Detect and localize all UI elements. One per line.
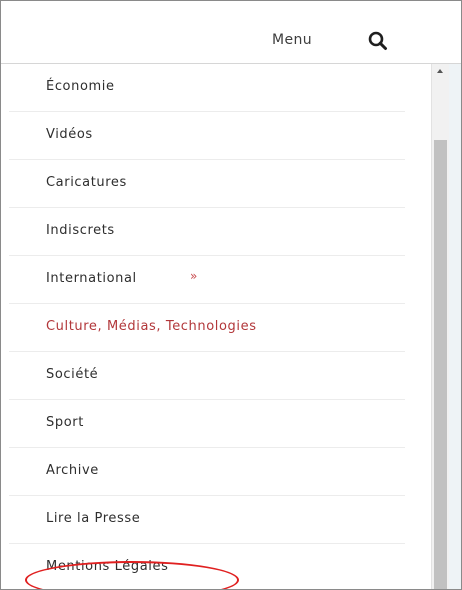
menu-item-caricatures[interactable]: Caricatures — [9, 160, 405, 208]
menu-item-archive[interactable]: Archive — [9, 448, 405, 496]
menu-item-lire-la-presse[interactable]: Lire la Presse — [9, 496, 405, 544]
scroll-up-arrow-icon[interactable] — [432, 64, 449, 78]
menu-button[interactable]: Menu — [272, 32, 312, 48]
menu-item-sport[interactable]: Sport — [9, 400, 405, 448]
search-icon[interactable] — [367, 30, 389, 52]
menu-item-label: Culture, Médias, Technologies — [46, 319, 257, 334]
menu-item-label: Archive — [46, 463, 99, 478]
menu-item-label: Caricatures — [46, 175, 127, 190]
page-background-edge — [449, 64, 461, 589]
menu-item-label: Économie — [46, 79, 115, 94]
menu-item-international[interactable]: International » — [9, 256, 405, 304]
menu-item-videos[interactable]: Vidéos — [9, 112, 405, 160]
menu-panel: Économie Vidéos Caricatures Indiscrets I… — [1, 64, 431, 589]
menu-item-mentions-legales[interactable]: Mentions Légales — [9, 544, 405, 589]
menu-item-label: Indiscrets — [46, 223, 115, 238]
expand-arrow-icon[interactable]: » — [190, 269, 197, 283]
menu-item-indiscrets[interactable]: Indiscrets — [9, 208, 405, 256]
menu-item-label: Mentions Légales — [46, 559, 169, 574]
menu-item-label: International — [46, 271, 137, 286]
menu-item-label: Lire la Presse — [46, 511, 141, 526]
menu-item-economie[interactable]: Économie — [9, 64, 405, 112]
menu-item-label: Société — [46, 367, 99, 382]
browser-frame: Menu Économie Vidéos Caricatures Indiscr… — [0, 0, 462, 590]
menu-item-label: Vidéos — [46, 127, 93, 142]
menu-item-label: Sport — [46, 415, 84, 430]
menu-item-societe[interactable]: Société — [9, 352, 405, 400]
vertical-scrollbar[interactable] — [431, 64, 449, 589]
top-bar: Menu — [1, 1, 461, 64]
menu-item-culture-medias-technologies[interactable]: Culture, Médias, Technologies — [9, 304, 405, 352]
scrollbar-thumb[interactable] — [434, 140, 447, 589]
